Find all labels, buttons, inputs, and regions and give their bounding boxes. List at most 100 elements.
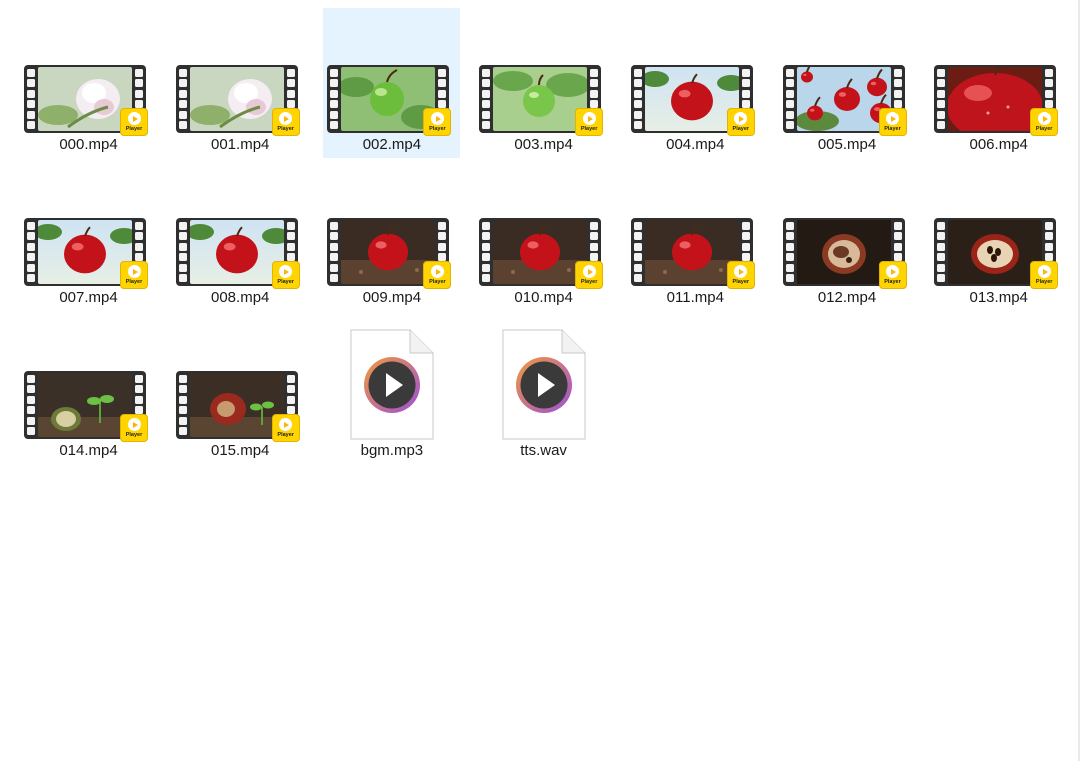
video-thumbnail: Player: [934, 65, 1059, 136]
video-thumbnail: Player: [327, 65, 452, 136]
player-badge-icon: Player: [575, 261, 604, 289]
play-icon: [279, 418, 293, 431]
play-icon: [279, 265, 293, 278]
player-badge-label: Player: [277, 279, 294, 285]
player-badge-icon: Player: [120, 261, 148, 289]
file-item[interactable]: tts.wav: [475, 314, 612, 464]
player-badge-label: Player: [580, 279, 598, 285]
player-badge-icon: Player: [120, 108, 148, 136]
video-frame-preview: [796, 220, 891, 284]
player-badge-label: Player: [125, 279, 143, 285]
file-name: bgm.mp3: [360, 442, 424, 459]
video-thumbnail: Player: [175, 371, 300, 442]
video-frame-preview: [38, 373, 132, 437]
player-badge-icon: Player: [423, 261, 452, 289]
play-icon: [734, 265, 748, 278]
player-badge-label: Player: [125, 126, 143, 132]
file-item[interactable]: Player 015.mp4: [172, 314, 309, 464]
video-frame-preview: [38, 220, 132, 284]
player-badge-icon: Player: [726, 108, 755, 136]
video-frame-preview: [644, 67, 739, 131]
video-thumbnail: Player: [175, 65, 300, 136]
play-icon: [1037, 112, 1051, 125]
file-name: 008.mp4: [211, 289, 270, 306]
file-item[interactable]: Player 003.mp4: [475, 8, 612, 158]
play-icon: [430, 112, 444, 125]
player-badge-icon: Player: [1030, 261, 1059, 289]
video-thumbnail: Player: [630, 65, 755, 136]
player-badge-label: Player: [580, 126, 598, 132]
file-item[interactable]: Player 012.mp4: [779, 161, 916, 311]
player-badge-icon: Player: [878, 261, 907, 289]
file-item[interactable]: Player 005.mp4: [779, 8, 916, 158]
video-thumbnail: Player: [24, 65, 148, 136]
file-name: 001.mp4: [211, 136, 270, 153]
file-grid: Player 000.mp4 Player 001.mp4 Player 002…: [0, 0, 1080, 761]
file-name: 013.mp4: [969, 289, 1028, 306]
video-frame-preview: [341, 67, 436, 131]
video-thumbnail: Player: [934, 218, 1059, 289]
player-badge-icon: Player: [575, 108, 604, 136]
file-item[interactable]: Player 011.mp4: [627, 161, 764, 311]
video-thumbnail: Player: [630, 218, 755, 289]
file-item[interactable]: Player 008.mp4: [172, 161, 309, 311]
file-name: 006.mp4: [969, 136, 1028, 153]
file-name: 004.mp4: [666, 136, 725, 153]
file-name: 011.mp4: [666, 289, 724, 306]
video-thumbnail: Player: [782, 65, 907, 136]
video-frame-preview: [493, 220, 588, 284]
video-frame-preview: [948, 67, 1043, 131]
player-badge-icon: Player: [878, 108, 907, 136]
file-name: 010.mp4: [514, 289, 573, 306]
video-thumbnail: Player: [479, 218, 604, 289]
file-name: 002.mp4: [362, 136, 422, 153]
play-icon: [279, 112, 293, 125]
play-icon: [582, 112, 596, 125]
file-item[interactable]: Player 000.mp4: [20, 8, 157, 158]
video-frame-preview: [341, 220, 436, 284]
video-frame-preview: [948, 220, 1043, 284]
video-frame-preview: [189, 67, 284, 131]
player-badge-label: Player: [429, 279, 446, 285]
play-icon: [582, 265, 596, 278]
video-thumbnail: Player: [175, 218, 300, 289]
player-badge-label: Player: [1035, 126, 1053, 132]
video-thumbnail: Player: [327, 218, 452, 289]
player-badge-icon: Player: [271, 108, 300, 136]
player-badge-icon: Player: [271, 414, 300, 442]
file-item[interactable]: bgm.mp3: [323, 314, 460, 464]
video-frame-preview: [796, 67, 891, 131]
player-badge-label: Player: [732, 126, 750, 132]
video-frame-preview: [644, 220, 739, 284]
file-name: 003.mp4: [514, 136, 573, 153]
file-item[interactable]: Player 002.mp4: [323, 8, 461, 158]
file-name: 015.mp4: [211, 442, 270, 459]
video-frame-preview: [189, 373, 284, 437]
play-icon: [734, 112, 748, 125]
file-item[interactable]: Player 010.mp4: [475, 161, 612, 311]
player-badge-icon: Player: [1030, 108, 1059, 136]
play-icon: [127, 418, 141, 431]
player-badge-label: Player: [277, 126, 294, 132]
file-item[interactable]: Player 007.mp4: [20, 161, 157, 311]
file-item[interactable]: Player 014.mp4: [20, 314, 157, 464]
play-icon: [1037, 265, 1051, 278]
video-thumbnail: Player: [24, 371, 148, 442]
video-frame-preview: [493, 67, 588, 131]
file-name: 005.mp4: [817, 136, 877, 153]
file-name: 014.mp4: [59, 442, 118, 459]
file-item[interactable]: Player 004.mp4: [627, 8, 764, 158]
file-item[interactable]: Player 009.mp4: [323, 161, 460, 311]
player-badge-label: Player: [429, 126, 446, 132]
file-item[interactable]: Player 006.mp4: [930, 8, 1067, 158]
file-item[interactable]: Player 013.mp4: [930, 161, 1067, 311]
video-thumbnail: Player: [479, 65, 604, 136]
file-item[interactable]: Player 001.mp4: [172, 8, 309, 158]
file-name: 007.mp4: [59, 289, 118, 306]
player-badge-label: Player: [884, 279, 901, 285]
media-file-icon: [350, 329, 434, 440]
player-badge-icon: Player: [271, 261, 300, 289]
player-badge-label: Player: [1035, 279, 1053, 285]
player-badge-label: Player: [732, 279, 750, 285]
file-name: 009.mp4: [362, 289, 422, 306]
